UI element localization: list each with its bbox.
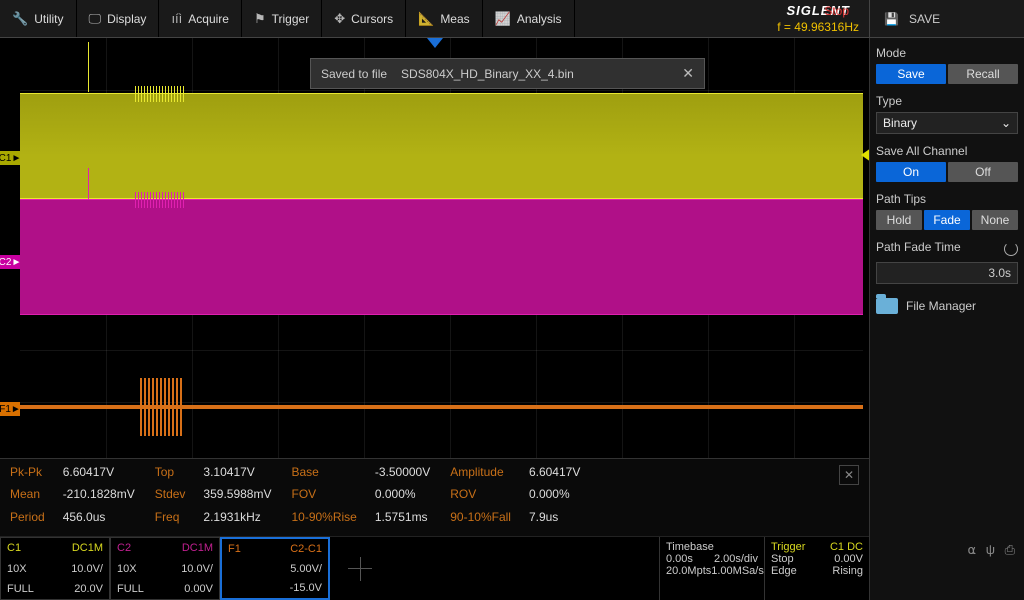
channel-box-c2[interactable]: C2DC1M 10X10.0V/ FULL0.00V — [110, 537, 220, 600]
c1-transient — [88, 42, 89, 92]
channel-box-f1[interactable]: F1C2-C1 5.00V/ -15.0V — [220, 537, 330, 600]
menu-display[interactable]: 🖵Display — [77, 0, 160, 37]
meas-val: -210.1828mV — [63, 487, 135, 507]
pathtips-none-button[interactable]: None — [972, 210, 1018, 230]
type-select[interactable]: Binary⌄ — [876, 112, 1018, 134]
meas-key: ROV — [450, 487, 511, 507]
ruler-icon: 📐 — [418, 11, 434, 27]
save-disk-icon: 💾 — [884, 12, 899, 26]
flag-icon: ⚑ — [254, 11, 266, 27]
meas-val: 2.1931kHz — [203, 510, 271, 530]
meas-key: 10-90%Rise — [291, 510, 356, 530]
folder-icon — [876, 298, 898, 314]
wrench-icon: 🔧 — [12, 11, 28, 27]
monitor-icon: 🖵 — [89, 11, 102, 27]
channel-marker-f1[interactable]: F1► — [0, 402, 20, 416]
meas-key: Mean — [10, 487, 45, 507]
file-manager-button[interactable]: File Manager — [876, 298, 1018, 314]
meas-key: Freq — [155, 510, 186, 530]
meas-val: 1.5751ms — [375, 510, 430, 530]
meas-key: Base — [291, 465, 356, 485]
crosshair-icon[interactable] — [330, 537, 390, 600]
meas-key: 90-10%Fall — [450, 510, 511, 530]
fadetime-value[interactable]: 3.0s — [876, 262, 1018, 284]
pathtips-hold-button[interactable]: Hold — [876, 210, 922, 230]
meas-key: FOV — [291, 487, 356, 507]
banner-filename: SDS804X_HD_Binary_XX_4.bin — [401, 67, 574, 81]
c1-ripple — [135, 86, 185, 102]
menu-bar: 🔧Utility 🖵Display ıíìAcquire ⚑Trigger ✥C… — [0, 0, 1024, 38]
save-panel: Mode Save Recall Type Binary⌄ Save All C… — [869, 38, 1024, 600]
menu-utility[interactable]: 🔧Utility — [0, 0, 77, 37]
menu-acquire[interactable]: ıíìAcquire — [159, 0, 242, 37]
cursors-icon: ✥ — [334, 11, 345, 27]
meas-val: 3.10417V — [203, 465, 271, 485]
chevron-down-icon: ⌄ — [1001, 116, 1011, 130]
menu-trigger[interactable]: ⚑Trigger — [242, 0, 322, 37]
banner-close-icon[interactable]: ✕ — [682, 65, 694, 82]
saveall-off-button[interactable]: Off — [948, 162, 1018, 182]
channel-marker-c1[interactable]: C1► — [0, 151, 20, 165]
save-confirmation-banner: Saved to file SDS804X_HD_Binary_XX_4.bin… — [310, 58, 705, 89]
saveall-on-button[interactable]: On — [876, 162, 946, 182]
menu-analysis[interactable]: 📈Analysis — [483, 0, 575, 37]
trace-c2 — [20, 200, 863, 314]
trigger-position-icon[interactable] — [427, 38, 443, 48]
measurements-close-icon[interactable]: ✕ — [839, 465, 859, 485]
meas-val: -3.50000V — [375, 465, 430, 485]
mode-recall-button[interactable]: Recall — [948, 64, 1018, 84]
channel-bar: C1DC1M 10X10.0V/ FULL20.0V C2DC1M 10X10.… — [0, 536, 869, 600]
port-icons[interactable]: ⍺ ψ ⎙ — [968, 542, 1018, 558]
pathtips-fade-button[interactable]: Fade — [924, 210, 970, 230]
meas-val: 7.9us — [529, 510, 580, 530]
meas-val: 359.5988mV — [203, 487, 271, 507]
meas-key: Pk-Pk — [10, 465, 45, 485]
channel-box-c1[interactable]: C1DC1M 10X10.0V/ FULL20.0V — [0, 537, 110, 600]
banner-label: Saved to file — [321, 67, 387, 81]
meas-val: 6.60417V — [529, 465, 580, 485]
measurements-panel: Pk-Pk 6.60417V Mean -210.1828mV Period 456.… — [0, 458, 869, 536]
mode-save-button[interactable]: Save — [876, 64, 946, 84]
meas-key: Period — [10, 510, 45, 530]
trigger-frequency: f = 49.96316Hz — [777, 20, 859, 34]
brand-box: SIGLENT Stop f = 49.96316Hz — [767, 0, 869, 37]
menu-meas[interactable]: 📐Meas — [406, 0, 483, 37]
fadetime-label: Path Fade Time — [876, 240, 961, 254]
save-header: 💾 SAVE — [869, 0, 1024, 37]
pathtips-label: Path Tips — [876, 192, 1018, 206]
meas-key: Top — [155, 465, 186, 485]
c2-ripple — [135, 192, 185, 208]
meas-val: 456.0us — [63, 510, 135, 530]
run-status: Stop — [824, 4, 849, 18]
meas-val: 0.000% — [529, 487, 580, 507]
meas-val: 0.000% — [375, 487, 430, 507]
menu-cursors[interactable]: ✥Cursors — [322, 0, 406, 37]
saveall-label: Save All Channel — [876, 144, 1018, 158]
acquire-icon: ıíì — [171, 11, 182, 26]
trace-c1 — [20, 94, 863, 198]
timebase-box[interactable]: Timebase 0.00s2.00s/div 20.0Mpts1.00MSa/… — [659, 537, 764, 600]
trace-f1-burst — [140, 378, 182, 436]
channel-marker-c2[interactable]: C2► — [0, 255, 20, 269]
waveform-display[interactable]: C1► C2► F1► Saved to file SDS804X_HD_Bin… — [0, 38, 869, 458]
c2-transient — [88, 168, 89, 200]
meas-val: 6.60417V — [63, 465, 135, 485]
analysis-icon: 📈 — [495, 11, 511, 27]
meas-key: Stdev — [155, 487, 186, 507]
mode-label: Mode — [876, 46, 1018, 60]
refresh-icon[interactable] — [1004, 242, 1018, 256]
type-label: Type — [876, 94, 1018, 108]
trigger-box[interactable]: TriggerC1 DC Stop0.00V EdgeRising — [764, 537, 869, 600]
meas-key: Amplitude — [450, 465, 511, 485]
